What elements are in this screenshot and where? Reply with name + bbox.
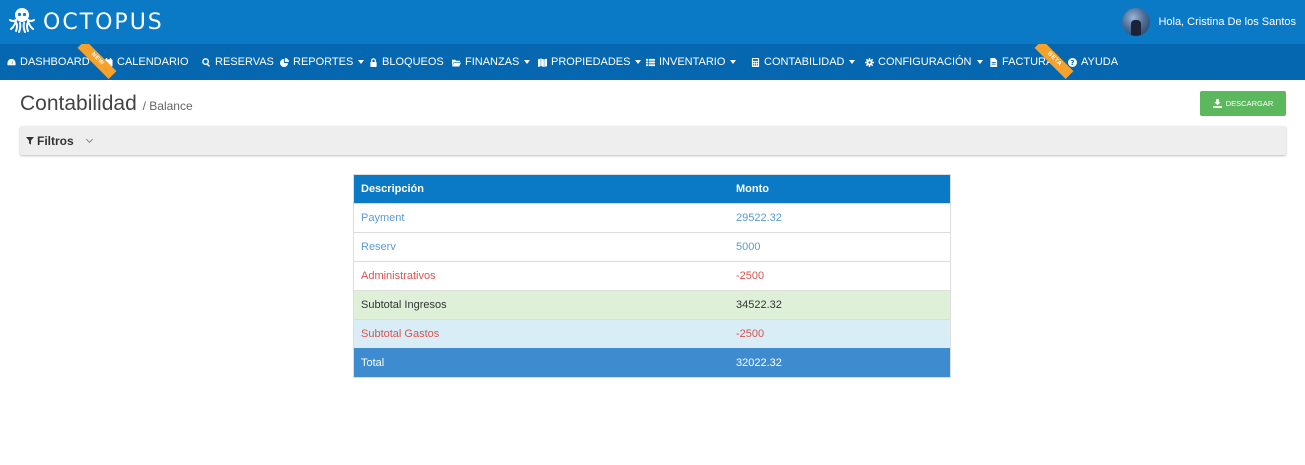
nav-reservas-label: RESERVAS (215, 56, 274, 68)
row-description: Subtotal Gastos (361, 328, 440, 340)
row-amount[interactable]: -2500 (729, 270, 950, 282)
folder-open-icon (452, 58, 461, 67)
nav-inventario[interactable]: INVENTARIO (646, 44, 737, 80)
nav-inventario-label: INVENTARIO (659, 56, 726, 68)
row-amount: 32022.32 (736, 357, 782, 369)
gear-icon (865, 57, 874, 67)
chevron-down-icon (730, 60, 737, 64)
table-row: Payment 29522.32 (354, 203, 950, 232)
nav-calendario-label: CALENDARIO (117, 56, 189, 68)
map-icon (538, 57, 547, 67)
nav-propiedades-label: PROPIEDADES (551, 56, 631, 68)
nav-ayuda[interactable]: ? AYUDA (1068, 44, 1118, 80)
chevron-down-icon (85, 135, 93, 143)
subtotal-income-row: Subtotal Ingresos 34522.32 (354, 290, 950, 319)
chevron-down-icon (524, 60, 531, 64)
nav-bloqueos-label: BLOQUEOS (382, 56, 444, 68)
nav-configuracion-label: CONFIGURACIÓN (878, 56, 972, 68)
chevron-down-icon (358, 60, 365, 64)
filter-icon (26, 136, 34, 145)
row-amount: 34522.32 (736, 299, 782, 311)
row-amount: -2500 (736, 328, 765, 340)
nav-finanzas[interactable]: FINANZAS (452, 44, 531, 80)
nav-reportes[interactable]: REPORTES (280, 44, 365, 80)
help-icon: ? (1068, 57, 1077, 67)
row-description[interactable]: Administrativos (354, 270, 729, 282)
nav-reservas[interactable]: RESERVAS (202, 44, 274, 80)
table-row: Reserv 5000 (354, 232, 950, 261)
nav-reportes-label: REPORTES (293, 56, 354, 68)
nav-contabilidad-label: CONTABILIDAD (764, 56, 845, 68)
chevron-down-icon (976, 60, 983, 64)
download-button[interactable]: DESCARGAR (1200, 91, 1286, 116)
row-amount[interactable]: 29522.32 (729, 212, 950, 224)
nav-propiedades[interactable]: PROPIEDADES (538, 44, 642, 80)
chevron-down-icon (635, 60, 642, 64)
nav-contabilidad[interactable]: CONTABILIDAD (751, 44, 856, 80)
page-subtitle: / Balance (142, 99, 193, 113)
nav-dashboard[interactable]: DASHBOARD (7, 44, 90, 80)
row-description: Subtotal Ingresos (361, 299, 447, 311)
column-header-monto: Monto (736, 183, 769, 195)
row-description[interactable]: Payment (354, 212, 729, 224)
lock-icon (369, 57, 378, 67)
calculator-icon (751, 57, 760, 67)
list-icon (646, 58, 655, 67)
column-header-descripcion: Descripción (361, 183, 424, 195)
top-bar: OCTOPUS Hola, Cristina De los Santos (0, 0, 1305, 44)
file-icon (989, 57, 998, 67)
page-title-text: Contabilidad (20, 92, 137, 115)
filters-toggle[interactable]: Filtros (20, 126, 1286, 155)
table-row: Administrativos -2500 (354, 261, 950, 290)
nav-dashboard-label: DASHBOARD (20, 56, 90, 68)
avatar[interactable] (1122, 8, 1151, 36)
table-header: Descripción Monto (354, 175, 950, 203)
filters-label: Filtros (37, 133, 74, 148)
nav-bloqueos[interactable]: BLOQUEOS (369, 44, 444, 80)
page-title: Contabilidad / Balance (20, 92, 193, 116)
user-greeting: Hola, Cristina De los Santos (1158, 16, 1296, 28)
chevron-down-icon (849, 60, 856, 64)
subtotal-expenses-row: Subtotal Gastos -2500 (354, 319, 950, 348)
brand-logo[interactable]: OCTOPUS (7, 6, 164, 39)
svg-text:?: ? (1070, 58, 1074, 67)
dashboard-icon (7, 58, 16, 67)
main-nav: DASHBOARD CALENDARIO RESERVAS REPORTES B… (0, 44, 1305, 80)
balance-table: Descripción Monto Payment 29522.32 Reser… (353, 174, 951, 378)
pie-chart-icon (280, 57, 289, 67)
nav-calendario[interactable]: CALENDARIO (104, 44, 189, 80)
total-row: Total 32022.32 (354, 348, 950, 377)
row-description[interactable]: Reserv (354, 241, 729, 253)
brand-name: OCTOPUS (43, 9, 164, 35)
row-description: Total (361, 357, 385, 369)
user-menu[interactable]: Hola, Cristina De los Santos (1122, 8, 1296, 36)
search-icon (202, 57, 211, 67)
download-icon (1212, 99, 1222, 108)
octopus-icon (7, 6, 37, 39)
nav-configuracion[interactable]: CONFIGURACIÓN (865, 44, 983, 80)
row-amount[interactable]: 5000 (729, 241, 950, 253)
download-label: DESCARGAR (1225, 99, 1274, 108)
nav-finanzas-label: FINANZAS (465, 56, 520, 68)
nav-ayuda-label: AYUDA (1081, 56, 1119, 68)
